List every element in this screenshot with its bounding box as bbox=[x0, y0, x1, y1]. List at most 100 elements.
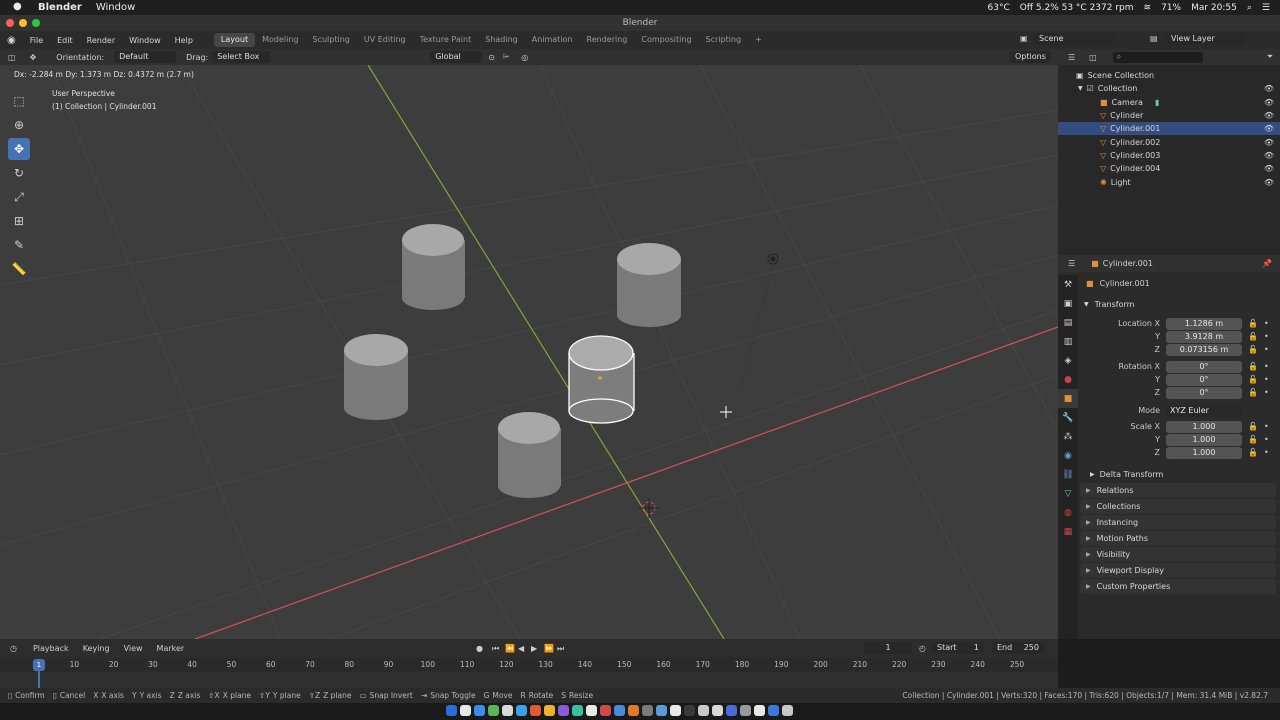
data-tab-icon[interactable]: ▽ bbox=[1058, 484, 1078, 503]
texture-tab-icon[interactable]: ▦ bbox=[1058, 522, 1078, 541]
dock-app-icon[interactable] bbox=[642, 705, 653, 716]
panel-custom-properties[interactable]: ▶ Custom Properties bbox=[1080, 579, 1276, 594]
outliner-scene-collection[interactable]: ▣ Scene Collection bbox=[1058, 69, 1280, 82]
mac-menu-window[interactable]: Window bbox=[96, 2, 135, 13]
rotation-z-field[interactable]: 0° bbox=[1166, 386, 1242, 399]
location-x-field[interactable]: 1.1286 m bbox=[1166, 317, 1242, 330]
panel-relations[interactable]: ▶ Relations bbox=[1080, 483, 1276, 498]
pivot-icon[interactable]: ⊙ bbox=[488, 53, 495, 62]
view-layer-selector[interactable]: View Layer bbox=[1166, 33, 1246, 45]
dock-app-icon[interactable] bbox=[698, 705, 709, 716]
keyframe-dot-icon[interactable]: • bbox=[1264, 375, 1269, 384]
lock-icon[interactable]: 🔓 bbox=[1248, 375, 1258, 384]
particles-tab-icon[interactable]: ⁂ bbox=[1058, 427, 1078, 446]
outliner-item-cylinder-002[interactable]: ▽ Cylinder.002 👁 bbox=[1058, 135, 1280, 148]
lock-icon[interactable]: 🔓 bbox=[1248, 362, 1258, 371]
next-keyframe-icon[interactable]: ⏩ bbox=[544, 644, 554, 653]
panel-motion-paths[interactable]: ▶ Motion Paths bbox=[1080, 531, 1276, 546]
eye-icon[interactable]: 👁 bbox=[1264, 138, 1274, 147]
jump-start-icon[interactable]: ⏮ bbox=[492, 644, 499, 654]
rotate-tool-icon[interactable]: ↻ bbox=[8, 162, 30, 184]
output-tab-icon[interactable]: ▤ bbox=[1058, 313, 1078, 332]
lock-icon[interactable]: 🔓 bbox=[1248, 422, 1258, 431]
timeline-ruler[interactable]: 10 20 30 40 50 60 70 80 90 100 110 120 130 140 150 160 1… bbox=[0, 658, 1058, 672]
marker-menu[interactable]: Marker bbox=[157, 644, 185, 653]
scene-selector-icon[interactable]: ▣ bbox=[1020, 34, 1028, 43]
temp-status[interactable]: 63°C bbox=[988, 3, 1010, 13]
menu-file[interactable]: File bbox=[23, 36, 50, 45]
mac-app-name[interactable]: Blender bbox=[38, 2, 82, 13]
menu-edit[interactable]: Edit bbox=[50, 36, 80, 45]
move-tool-icon[interactable]: ✥ bbox=[30, 53, 37, 62]
timeline-editor-icon[interactable]: ◷ bbox=[10, 644, 17, 653]
dock-app-icon[interactable] bbox=[754, 705, 765, 716]
eye-icon[interactable]: 👁 bbox=[1264, 164, 1274, 173]
dock-app-icon[interactable] bbox=[558, 705, 569, 716]
dock-app-icon[interactable] bbox=[586, 705, 597, 716]
dock-app-icon[interactable] bbox=[684, 705, 695, 716]
object-tab-icon[interactable]: ■ bbox=[1058, 389, 1078, 408]
eye-icon[interactable]: 👁 bbox=[1264, 178, 1274, 187]
menu-help[interactable]: Help bbox=[168, 36, 200, 45]
minimize-window-button[interactable] bbox=[19, 19, 27, 27]
spotlight-icon[interactable]: ⌕ bbox=[1247, 3, 1252, 13]
delta-transform-subpanel[interactable]: ▶ Delta Transform bbox=[1090, 468, 1270, 480]
panel-instancing[interactable]: ▶ Instancing bbox=[1080, 515, 1276, 530]
select-box-tool-icon[interactable]: ⬚ bbox=[8, 90, 30, 112]
clock-icon[interactable]: ◴ bbox=[919, 644, 926, 653]
keyframe-dot-icon[interactable]: • bbox=[1264, 448, 1269, 457]
orientation-dropdown[interactable]: Default bbox=[114, 51, 177, 63]
drag-dropdown[interactable]: Select Box bbox=[212, 51, 271, 63]
play-reverse-icon[interactable]: ◀ bbox=[518, 644, 524, 653]
prev-keyframe-icon[interactable]: ⏪ bbox=[505, 644, 515, 653]
scene-tab-icon[interactable]: ◈ bbox=[1058, 351, 1078, 370]
view-layer-icon[interactable]: ▤ bbox=[1150, 34, 1158, 43]
lock-icon[interactable]: 🔓 bbox=[1248, 388, 1258, 397]
tab-sculpting[interactable]: Sculpting bbox=[306, 33, 357, 47]
dock-app-icon[interactable] bbox=[502, 705, 513, 716]
playback-menu[interactable]: Playback bbox=[33, 644, 69, 653]
snap-icon[interactable]: ⌲ bbox=[503, 52, 509, 62]
tab-modeling[interactable]: Modeling bbox=[255, 33, 305, 47]
dock-app-icon[interactable] bbox=[446, 705, 457, 716]
outliner-item-cylinder-003[interactable]: ▽ Cylinder.003 👁 bbox=[1058, 149, 1280, 162]
tab-compositing[interactable]: Compositing bbox=[634, 33, 698, 47]
fan-status[interactable]: Off 5.2% 53 °C 2372 rpm bbox=[1020, 3, 1134, 13]
rotation-mode-dropdown[interactable]: XYZ Euler bbox=[1166, 404, 1242, 417]
menu-window[interactable]: Window bbox=[122, 36, 168, 45]
keyframe-dot-icon[interactable]: • bbox=[1264, 332, 1269, 341]
outliner-item-cylinder[interactable]: ▽ Cylinder 👁 bbox=[1058, 109, 1280, 122]
keyframe-dot-icon[interactable]: • bbox=[1264, 422, 1269, 431]
battery-status[interactable]: 71% bbox=[1161, 3, 1181, 13]
keyframe-dot-icon[interactable]: • bbox=[1264, 435, 1269, 444]
outliner-item-camera[interactable]: ■ Camera ▮ 👁 bbox=[1058, 96, 1280, 109]
object-name-field[interactable]: ■ Cylinder.001 bbox=[1086, 277, 1274, 290]
scene-selector[interactable]: Scene bbox=[1034, 33, 1114, 45]
dock-app-icon[interactable] bbox=[782, 705, 793, 716]
annotate-tool-icon[interactable]: ✎ bbox=[8, 234, 30, 256]
play-icon[interactable]: ▶ bbox=[531, 644, 537, 653]
outliner-item-cylinder-001[interactable]: ▽ Cylinder.001 👁 bbox=[1058, 122, 1280, 136]
tool-tab-icon[interactable]: ⚒ bbox=[1058, 275, 1078, 294]
outliner-editor-icon[interactable]: ☰ bbox=[1068, 53, 1075, 62]
constraints-tab-icon[interactable]: ⛓ bbox=[1058, 465, 1078, 484]
dock-app-icon[interactable] bbox=[600, 705, 611, 716]
view-menu[interactable]: View bbox=[124, 644, 143, 653]
properties-editor-icon[interactable]: ☰ bbox=[1068, 259, 1075, 268]
view-layer-tab-icon[interactable]: ▥ bbox=[1058, 332, 1078, 351]
wifi-icon[interactable]: ≋ bbox=[1144, 3, 1152, 13]
scale-z-field[interactable]: 1.000 bbox=[1166, 446, 1242, 459]
dock-app-icon[interactable] bbox=[614, 705, 625, 716]
tab-scripting[interactable]: Scripting bbox=[699, 33, 749, 47]
lock-icon[interactable]: 🔓 bbox=[1248, 448, 1258, 457]
keyframe-dot-icon[interactable]: • bbox=[1264, 319, 1269, 328]
eye-icon[interactable]: 👁 bbox=[1264, 124, 1274, 133]
eye-icon[interactable]: 👁 bbox=[1264, 84, 1274, 93]
close-window-button[interactable] bbox=[6, 19, 14, 27]
world-tab-icon[interactable]: ● bbox=[1058, 370, 1078, 389]
tab-shading[interactable]: Shading bbox=[478, 33, 525, 47]
dock-app-icon[interactable] bbox=[712, 705, 723, 716]
scale-y-field[interactable]: 1.000 bbox=[1166, 433, 1242, 446]
move-tool-icon[interactable]: ✥ bbox=[8, 138, 30, 160]
panel-viewport-display[interactable]: ▶ Viewport Display bbox=[1080, 563, 1276, 578]
